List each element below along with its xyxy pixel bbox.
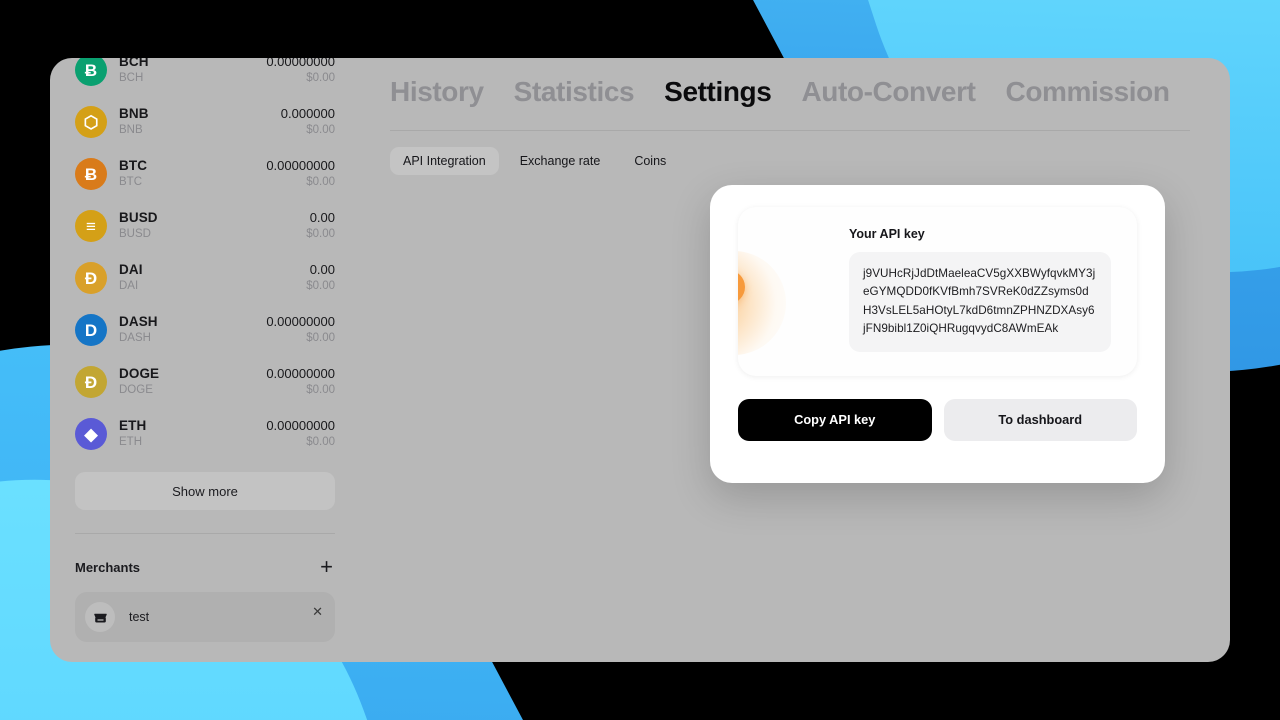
coin-row[interactable]: ◆ ETH ETH 0.00000000 $0.00 <box>75 408 335 460</box>
coin-usd-value: $0.00 <box>306 383 335 396</box>
coin-amount: 0.00000000 <box>266 58 335 70</box>
close-icon[interactable]: ✕ <box>312 604 323 620</box>
coin-values: 0.00000000 $0.00 <box>266 314 335 345</box>
dai-icon: Ð <box>75 262 107 294</box>
coin-row[interactable]: Ƀ BTC BTC 0.00000000 $0.00 <box>75 148 335 200</box>
coin-row[interactable]: Ƀ BCH BCH 0.00000000 $0.00 <box>75 58 335 96</box>
copy-api-key-button[interactable]: Copy API key <box>738 398 932 441</box>
main-tab-history[interactable]: History <box>390 76 484 108</box>
coin-name: BNB <box>119 123 143 136</box>
coin-name: BUSD <box>119 227 151 240</box>
coin-usd-value: $0.00 <box>306 331 335 344</box>
coin-name: DAI <box>119 279 139 292</box>
coin-usd-value: $0.00 <box>306 435 335 448</box>
coin-row[interactable]: Đ DOGE DOGE 0.00000000 $0.00 <box>75 356 335 408</box>
coin-symbol: BUSD <box>119 210 158 226</box>
merchants-header: Merchants + <box>75 556 335 578</box>
coin-symbol: DOGE <box>119 366 160 382</box>
api-key-value[interactable]: j9VUHcRjJdDtMaeleaCV5gXXBWyfqvkMY3jeGYMQ… <box>849 252 1111 352</box>
coin-labels: BTC BTC <box>119 158 254 190</box>
main-tab-statistics[interactable]: Statistics <box>514 76 635 108</box>
app-window: Ƀ BCH BCH 0.00000000 $0.00 ⬡ BNB BNB 0.000000 $0.… <box>50 58 1230 662</box>
sidebar-divider <box>75 533 335 534</box>
main-tab-commission[interactable]: Commission <box>1006 76 1170 108</box>
coin-values: 0.00 $0.00 <box>306 262 335 293</box>
warning-exclamation-icon: ! <box>738 270 745 304</box>
coin-usd-value: $0.00 <box>306 175 335 188</box>
coin-row[interactable]: ≡ BUSD BUSD 0.00 $0.00 <box>75 200 335 252</box>
bnb-icon: ⬡ <box>75 106 107 138</box>
coin-name: DASH <box>119 331 151 344</box>
coin-values: 0.00 $0.00 <box>306 210 335 241</box>
coin-amount: 0.00000000 <box>266 366 335 382</box>
coin-row[interactable]: D DASH DASH 0.00000000 $0.00 <box>75 304 335 356</box>
coin-labels: ETH ETH <box>119 418 254 450</box>
dash-icon: D <box>75 314 107 346</box>
coin-usd-value: $0.00 <box>306 71 335 84</box>
coin-usd-value: $0.00 <box>306 227 335 240</box>
main-tab-auto-convert[interactable]: Auto-Convert <box>801 76 975 108</box>
coin-name: BCH <box>119 71 144 84</box>
modal-actions: Copy API key To dashboard <box>738 398 1137 441</box>
coin-values: 0.000000 $0.00 <box>281 106 335 137</box>
coin-values: 0.00000000 $0.00 <box>266 58 335 86</box>
coin-symbol: ETH <box>119 418 147 434</box>
eth-icon: ◆ <box>75 418 107 450</box>
coin-labels: DAI DAI <box>119 262 294 294</box>
show-more-button[interactable]: Show more <box>75 472 335 510</box>
api-key-title: Your API key <box>849 227 925 241</box>
coin-values: 0.00000000 $0.00 <box>266 366 335 397</box>
coin-amount: 0.00000000 <box>266 418 335 434</box>
btc-icon: Ƀ <box>75 158 107 190</box>
sub-tab-coins[interactable]: Coins <box>621 147 679 175</box>
to-dashboard-button[interactable]: To dashboard <box>943 398 1137 441</box>
warning-glow <box>738 251 786 355</box>
busd-icon: ≡ <box>75 210 107 242</box>
coin-labels: BCH BCH <box>119 58 254 86</box>
coin-amount: 0.000000 <box>280 106 335 122</box>
plus-icon[interactable]: + <box>318 556 335 578</box>
sub-tab-api-integration[interactable]: API Integration <box>390 147 499 175</box>
coin-amount: 0.00000000 <box>266 158 335 174</box>
sub-tab-exchange-rate[interactable]: Exchange rate <box>507 147 614 175</box>
main-tab-settings[interactable]: Settings <box>664 76 772 108</box>
coin-amount: 0.00 <box>309 262 335 278</box>
coin-values: 0.00000000 $0.00 <box>266 418 335 449</box>
sidebar: Ƀ BCH BCH 0.00000000 $0.00 ⬡ BNB BNB 0.000000 $0.… <box>50 58 360 662</box>
coin-symbol: BCH <box>119 58 149 70</box>
main-content: History Statistics Settings Auto-Convert Com… <box>360 58 1230 662</box>
merchant-name: test <box>129 610 150 624</box>
bch-icon: Ƀ <box>75 58 107 86</box>
coin-list: Ƀ BCH BCH 0.00000000 $0.00 ⬡ BNB BNB 0.000000 $0.… <box>75 58 335 460</box>
coin-labels: BUSD BUSD <box>119 210 294 242</box>
merchant-list-item[interactable]: test ✕ <box>75 592 335 642</box>
merchants-title: Merchants <box>75 559 141 575</box>
coin-symbol: DASH <box>119 314 158 330</box>
coin-symbol: BTC <box>119 158 148 174</box>
coin-amount: 0.00 <box>309 210 335 226</box>
main-tab-bar: History Statistics Settings Auto-Convert Com… <box>390 72 1190 108</box>
api-key-card: ! Your API key j9VUHcRjJdDtMaeleaCV5gXXB… <box>738 207 1137 376</box>
coin-labels: DOGE DOGE <box>119 366 254 398</box>
coin-usd-value: $0.00 <box>306 279 335 292</box>
store-icon <box>85 602 115 632</box>
coin-symbol: DAI <box>119 262 143 278</box>
tab-divider <box>390 130 1190 131</box>
coin-amount: 0.00000000 <box>266 314 335 330</box>
coin-usd-value: $0.00 <box>306 123 335 136</box>
coin-labels: BNB BNB <box>119 106 269 138</box>
coin-row[interactable]: Ð DAI DAI 0.00 $0.00 <box>75 252 335 304</box>
coin-name: DOGE <box>119 383 153 396</box>
coin-name: ETH <box>119 435 142 448</box>
doge-icon: Đ <box>75 366 107 398</box>
sub-tab-bar: API Integration Exchange rate Coins <box>390 147 1190 175</box>
api-key-modal: ! Your API key j9VUHcRjJdDtMaeleaCV5gXXB… <box>710 185 1165 483</box>
coin-row[interactable]: ⬡ BNB BNB 0.000000 $0.00 <box>75 96 335 148</box>
coin-symbol: BNB <box>119 106 149 122</box>
coin-labels: DASH DASH <box>119 314 254 346</box>
coin-values: 0.00000000 $0.00 <box>266 158 335 189</box>
coin-name: BTC <box>119 175 142 188</box>
